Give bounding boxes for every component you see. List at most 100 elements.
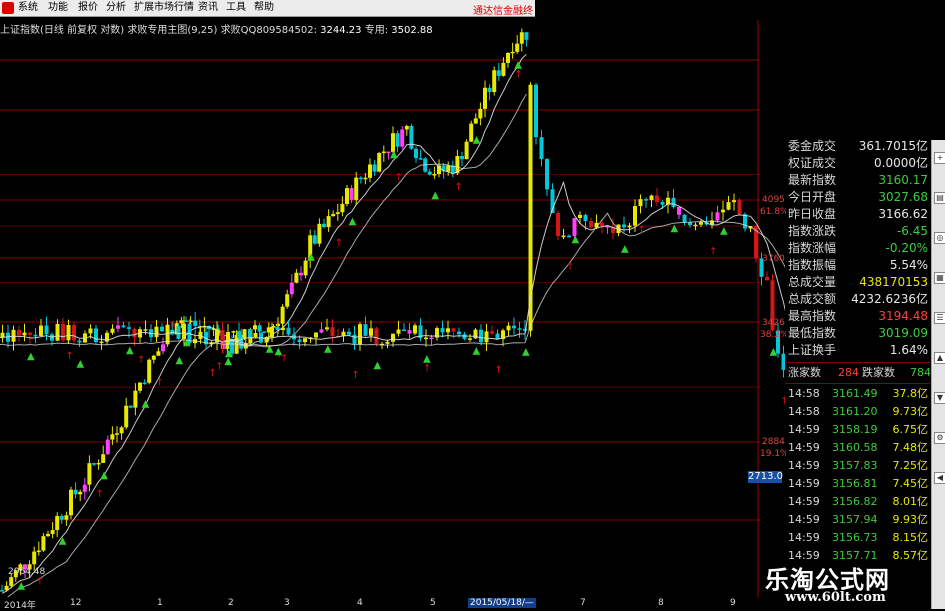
- candle-body: [147, 359, 152, 383]
- quote-label: 今日开盘: [788, 190, 837, 204]
- candle-body: [671, 197, 676, 207]
- candle-body: [312, 235, 317, 244]
- quote-row: 最低指数 3019.09: [786, 325, 930, 342]
- candle-body: [414, 148, 418, 159]
- candle-body: [429, 337, 434, 340]
- y-axis-label-3426: 3426: [762, 318, 785, 328]
- candle-body: [721, 209, 725, 213]
- buy-signal-arrow: ▲: [77, 358, 85, 369]
- toolbar-button-icon[interactable]: ⚙: [934, 432, 945, 444]
- candle-body: [363, 177, 368, 180]
- candle-body: [395, 133, 400, 147]
- candle-body: [11, 329, 16, 342]
- buy-signal-arrow: ▲: [59, 536, 67, 547]
- candle-body: [358, 177, 363, 180]
- candle-body: [358, 324, 362, 345]
- candle-body: [404, 126, 409, 130]
- toolbar-button-icon[interactable]: ◎: [934, 232, 945, 244]
- tick-row: 14:58 3161.20 9.73亿: [786, 404, 930, 420]
- candle-body: [396, 329, 401, 334]
- quote-row: 最高指数 3194.48: [786, 308, 930, 325]
- tick-price: 3156.81: [832, 477, 878, 490]
- candle-body: [184, 320, 188, 322]
- sell-signal-arrow: ↑: [638, 225, 646, 236]
- candle-body: [413, 325, 417, 334]
- candle-body: [402, 329, 406, 332]
- sell-signal-arrow: ↑: [96, 489, 104, 500]
- quote-row: 总成交量 438170153: [786, 274, 930, 291]
- toolbar-button-icon[interactable]: ☰: [934, 312, 945, 324]
- sell-signal-arrow: ↑: [209, 368, 217, 379]
- candle-body: [496, 70, 501, 76]
- candle-body: [73, 489, 78, 495]
- scroll-up-icon[interactable]: ▲: [934, 352, 945, 364]
- candle-body: [345, 188, 349, 205]
- candle-body: [347, 331, 351, 335]
- sell-signal-arrow: ↑: [137, 355, 145, 366]
- quote-value: 4232.6236亿: [851, 292, 928, 306]
- candle-body: [50, 530, 55, 534]
- tick-price: 3157.83: [832, 459, 878, 472]
- candle-body: [105, 439, 110, 455]
- candle-body: [286, 327, 291, 335]
- tick-time: 14:58: [788, 405, 820, 418]
- tick-row: 14:59 3158.19 6.75亿: [786, 422, 930, 438]
- breadth-value: 涨家数: [788, 366, 821, 379]
- buy-signal-arrow: ▲: [390, 149, 398, 160]
- candle-body: [524, 32, 529, 40]
- candle-body: [72, 325, 76, 341]
- scroll-down-icon[interactable]: ▼: [934, 392, 945, 404]
- candle-body: [193, 320, 198, 326]
- quote-row: 权证成交 0.0000亿: [786, 155, 930, 172]
- toolbar-button-icon[interactable]: +: [934, 152, 945, 164]
- breadth-row: 涨家数 284 跌家数 784: [786, 365, 931, 381]
- quote-value: 5.54%: [889, 258, 928, 272]
- candle-body: [512, 325, 516, 329]
- side-toolbar[interactable]: + ▤ ◎ ▦ ☰ ▲ ▼ ⚙ ◀: [931, 140, 945, 609]
- candle-body: [335, 212, 340, 214]
- x-axis-label: 4: [357, 598, 363, 608]
- candle-body: [77, 340, 82, 343]
- tick-volume: 37.8亿: [892, 387, 929, 400]
- candle-body: [280, 306, 285, 324]
- quote-row: 昨日收盘 3166.62: [786, 206, 930, 223]
- candle-body: [32, 551, 37, 565]
- candle-body: [457, 331, 461, 335]
- candle-body: [460, 156, 464, 160]
- toolbar-button-icon[interactable]: ▤: [934, 192, 945, 204]
- quote-label: 指数涨跌: [788, 224, 837, 238]
- candle-body: [400, 129, 405, 147]
- candle-body: [487, 87, 492, 93]
- candle-body: [682, 214, 687, 223]
- candle-body: [368, 164, 372, 178]
- candle-body: [154, 326, 159, 338]
- candle-body: [369, 328, 373, 336]
- candle-body: [567, 235, 571, 238]
- quote-value: 3194.48: [878, 309, 928, 323]
- candle-body: [633, 206, 637, 226]
- candle-body: [0, 590, 4, 592]
- candle-body: [270, 326, 274, 338]
- toolbar-button-icon[interactable]: ▦: [934, 272, 945, 284]
- quote-value: 3160.17: [878, 173, 928, 187]
- tick-row: 14:59 3156.73 8.15亿: [786, 530, 930, 546]
- x-axis-label: 8: [658, 598, 664, 608]
- candle-body: [715, 212, 720, 221]
- current-price-marker: 2713.0: [748, 471, 783, 483]
- toolbar-button-icon[interactable]: ◀: [934, 472, 945, 484]
- candle-body: [517, 328, 522, 330]
- tick-price: 3161.20: [832, 405, 878, 418]
- candle-body: [490, 331, 494, 334]
- candle-body: [226, 332, 230, 345]
- buy-signal-arrow: ▲: [225, 348, 233, 359]
- candle-body: [372, 164, 377, 172]
- quote-label: 指数涨幅: [788, 241, 837, 255]
- candlestick-chart[interactable]: ▲↑▲↑▲▲↑▲↑▲▲↑▲↑▲▲↑▲↑▲▲↑▲↑▲↑▲▲↑▲↑▲▲↑▲↑▲▲↑▲…: [0, 0, 785, 597]
- tick-time: 14:59: [788, 423, 820, 436]
- tick-time: 14:59: [788, 531, 820, 544]
- quote-label: 最新指数: [788, 173, 837, 187]
- quote-value: -6.45: [896, 224, 928, 238]
- candle-body: [36, 550, 41, 553]
- buy-signal-arrow: ▲: [307, 251, 315, 262]
- x-axis: 2014年 12 1 2 3 4 5 2015/05/18/— 7 8 9: [0, 597, 760, 611]
